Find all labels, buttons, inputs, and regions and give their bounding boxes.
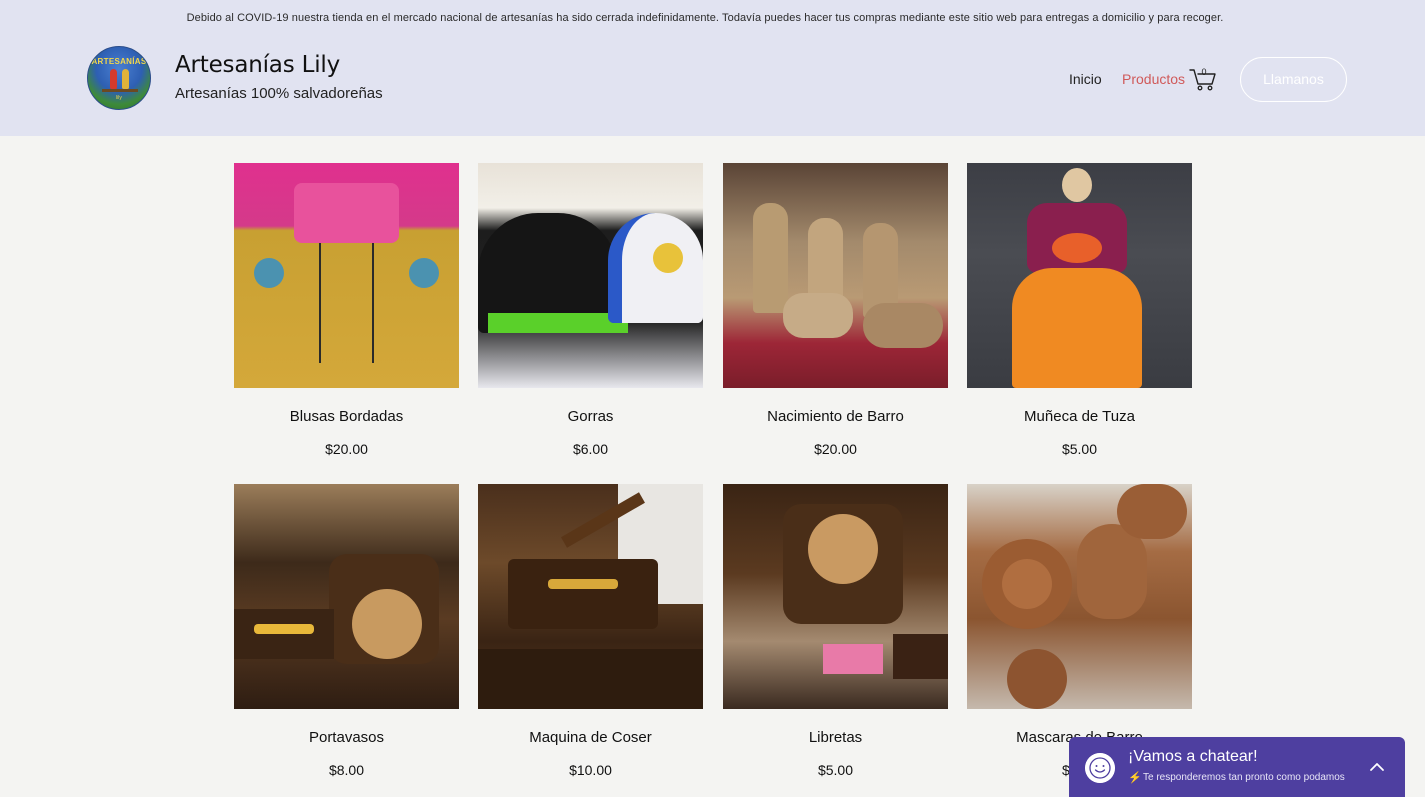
product-image[interactable] — [723, 163, 948, 388]
product-price: $6.00 — [572, 441, 609, 457]
product-card[interactable]: Mascaras de Barro $5.00 — [967, 484, 1192, 778]
covid-notice: Debido al COVID-19 nuestra tienda en el … — [186, 12, 1224, 24]
site-logo[interactable]: ARTESANÍAS lily — [87, 46, 151, 110]
product-price: $10.00 — [569, 762, 612, 778]
product-card[interactable]: Gorras $6.00 — [478, 163, 703, 457]
product-price: $5.00 — [817, 762, 854, 778]
chat-title: ¡Vamos a chatear! — [1128, 748, 1258, 765]
product-name[interactable]: Gorras — [478, 408, 703, 425]
product-image[interactable] — [478, 484, 703, 709]
chat-widget[interactable]: ¡Vamos a chatear! ⚡ Te responderemos tan… — [1069, 737, 1405, 797]
product-image[interactable] — [723, 484, 948, 709]
product-card[interactable]: Muñeca de Tuza $5.00 — [967, 163, 1192, 457]
product-card[interactable]: Libretas $5.00 — [723, 484, 948, 778]
product-price: $8.00 — [328, 762, 365, 778]
site-tagline: Artesanías 100% salvadoreñas — [175, 85, 383, 102]
nav-link-inicio[interactable]: Inicio — [1069, 71, 1102, 87]
product-price: $20.00 — [325, 441, 368, 457]
product-price: $20.00 — [814, 441, 857, 457]
product-name[interactable]: Libretas — [723, 729, 948, 746]
chat-subtitle: Te responderemos tan pronto como podamos — [1143, 772, 1345, 783]
site-title[interactable]: Artesanías Lily — [175, 52, 340, 78]
product-name[interactable]: Portavasos — [234, 729, 459, 746]
product-name[interactable]: Maquina de Coser — [478, 729, 703, 746]
product-image[interactable] — [967, 163, 1192, 388]
logo-parrot-yellow — [122, 69, 129, 89]
site-header: Debido al COVID-19 nuestra tienda en el … — [0, 0, 1425, 136]
product-name[interactable]: Nacimiento de Barro — [723, 408, 948, 425]
product-image[interactable] — [967, 484, 1192, 709]
cart-count-badge: 0 — [1201, 67, 1207, 77]
logo-subtext: lily — [116, 95, 122, 101]
product-card[interactable]: Portavasos $8.00 — [234, 484, 459, 778]
product-image[interactable] — [234, 484, 459, 709]
product-card[interactable]: Nacimiento de Barro $20.00 — [723, 163, 948, 457]
smiley-icon — [1085, 753, 1115, 783]
product-card[interactable]: Blusas Bordadas $20.00 — [234, 163, 459, 457]
lightning-icon: ⚡ — [1128, 772, 1142, 784]
product-card[interactable]: Maquina de Coser $10.00 — [478, 484, 703, 778]
logo-parrot-red — [110, 69, 117, 89]
logo-text: ARTESANÍAS — [91, 57, 147, 66]
product-image[interactable] — [234, 163, 459, 388]
call-button[interactable]: Llamanos — [1240, 57, 1347, 102]
logo-branch — [102, 89, 138, 92]
nav-link-productos[interactable]: Productos — [1122, 71, 1185, 87]
product-image[interactable] — [478, 163, 703, 388]
product-name[interactable]: Blusas Bordadas — [234, 408, 459, 425]
chevron-up-icon[interactable] — [1367, 757, 1387, 777]
product-price: $5.00 — [1061, 441, 1098, 457]
product-name[interactable]: Muñeca de Tuza — [967, 408, 1192, 425]
